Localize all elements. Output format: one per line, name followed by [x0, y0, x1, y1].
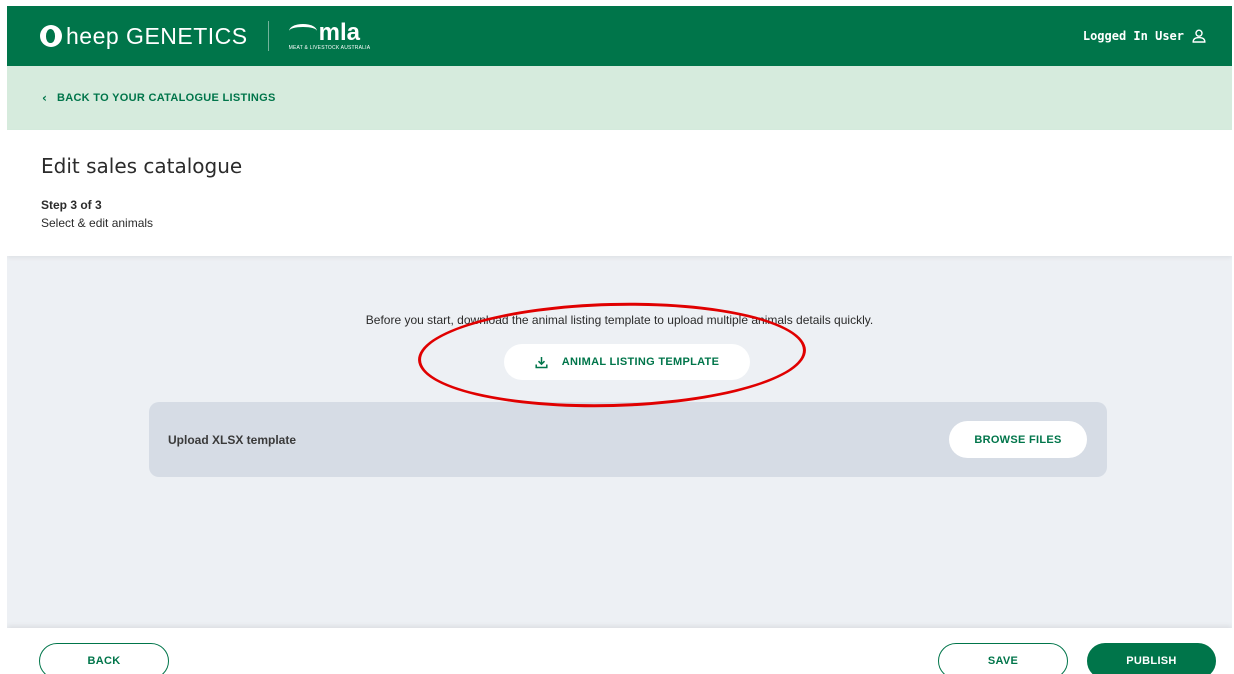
browse-files-button[interactable]: BROWSE FILES	[949, 421, 1087, 458]
animal-listing-template-button[interactable]: ANIMAL LISTING TEMPLATE	[504, 344, 750, 380]
sheep-logo-icon	[40, 25, 62, 47]
brand-name: heep GENETICS	[66, 22, 248, 49]
save-button[interactable]: SAVE	[938, 643, 1068, 674]
step-description: Select & edit animals	[41, 216, 154, 230]
footer-actions: BACK SAVE PUBLISH	[7, 628, 1232, 674]
user-menu[interactable]: Logged In User	[1083, 29, 1206, 43]
upload-label: Upload XLSX template	[168, 433, 297, 447]
back-navigation-bar: ‹ BACK TO YOUR CATALOGUE LISTINGS	[7, 66, 1232, 130]
mla-logo: mla MEAT & LIVESTOCK AUSTRALIA	[288, 18, 371, 51]
main-content: Before you start, download the animal li…	[7, 256, 1232, 634]
template-button-label: ANIMAL LISTING TEMPLATE	[561, 356, 720, 368]
user-icon	[1192, 29, 1206, 43]
back-link-label: BACK TO YOUR CATALOGUE LISTINGS	[56, 92, 276, 104]
top-header: heep GENETICS mla MEAT & LIVESTOCK AUSTR…	[7, 6, 1232, 66]
step-indicator: Step 3 of 3	[41, 198, 102, 212]
back-to-listings-link[interactable]: ‹ BACK TO YOUR CATALOGUE LISTINGS	[42, 91, 276, 105]
logo-divider	[267, 21, 269, 51]
app-frame: heep GENETICS mla MEAT & LIVESTOCK AUSTR…	[7, 6, 1232, 674]
download-icon	[535, 356, 548, 368]
mla-logo-text: mla	[318, 18, 360, 46]
mla-swoosh-icon	[288, 23, 317, 38]
chevron-left-icon: ‹	[42, 91, 47, 105]
publish-button[interactable]: PUBLISH	[1087, 643, 1216, 674]
user-label: Logged In User	[1082, 29, 1184, 43]
page-title-section: Edit sales catalogue Step 3 of 3 Select …	[7, 130, 1232, 256]
page-title: Edit sales catalogue	[41, 154, 243, 178]
mla-logo-subtitle: MEAT & LIVESTOCK AUSTRALIA	[288, 44, 371, 51]
template-intro-text: Before you start, download the animal li…	[365, 313, 874, 327]
upload-dropzone[interactable]: Upload XLSX template BROWSE FILES	[149, 402, 1107, 477]
brand-logo[interactable]: heep GENETICS	[40, 23, 248, 50]
back-button[interactable]: BACK	[39, 643, 169, 674]
